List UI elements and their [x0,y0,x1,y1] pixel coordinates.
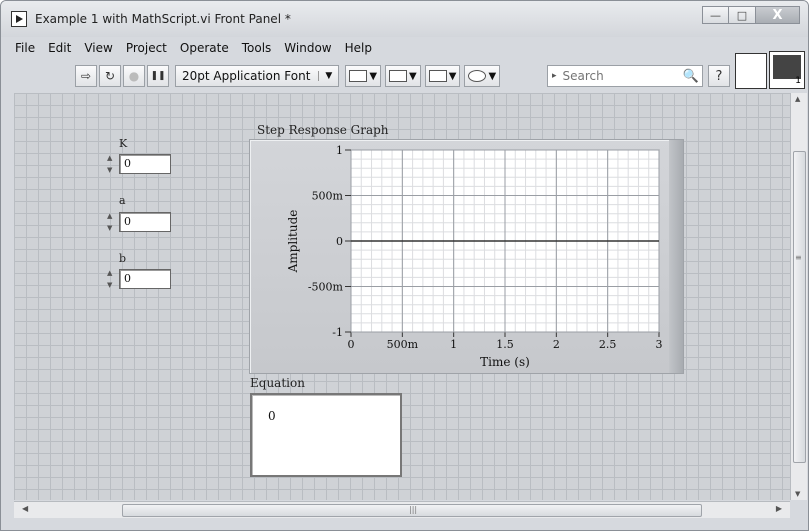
menu-tools[interactable]: Tools [242,41,272,59]
chevron-down-icon: ▼ [488,70,497,82]
close-button[interactable]: X [756,6,800,24]
resize-objects-icon [428,70,447,82]
x-tick-label: 2 [553,338,560,351]
decrement-arrow-icon[interactable]: ▼ [107,223,117,233]
scroll-grip-icon: ||| [409,505,418,514]
horizontal-scrollbar[interactable]: ◀ ||| ▶ [14,501,790,518]
menu-edit[interactable]: Edit [48,41,71,59]
chevron-down-icon: ▼ [369,70,378,82]
window-controls: — □ X [702,6,800,24]
numeric-control-k: ▲ ▼ 0 [107,153,171,175]
chevron-down-icon: ▼ [448,70,457,82]
toolbar: ⇨ ↻ ● ❚❚ 20pt Application Font ▼ ▼ ▼ ▼ ▼ [75,65,504,87]
menu-operate[interactable]: Operate [180,41,229,59]
graph-label: Step Response Graph [257,123,389,137]
y-tick-label: -1 [332,326,343,339]
window-title: Example 1 with MathScript.vi Front Panel… [35,12,291,26]
step-response-graph[interactable]: 0 500m 1 1.5 2 2.5 3 1 500m 0 -500m -1 Time (s) Ampli… [249,139,684,374]
x-tick-label: 500m [387,338,419,351]
x-tick-label: 2.5 [599,338,617,351]
y-tick-label: -500m [308,281,344,294]
distribute-objects-icon [389,70,408,82]
connector-pane[interactable] [735,53,767,89]
title-bar[interactable]: Example 1 with MathScript.vi Front Panel… [1,1,808,37]
x-tick-label: 3 [656,338,663,351]
y-axis-label: Amplitude [286,210,300,274]
search-arrow-icon: ▸ [552,71,557,81]
scroll-right-arrow-icon[interactable]: ▶ [776,504,782,513]
increment-decrement-arrows[interactable]: ▲ ▼ [107,268,117,290]
menu-file[interactable]: File [15,41,35,59]
x-axis-label: Time (s) [480,355,530,369]
scroll-down-arrow-icon[interactable]: ▼ [795,490,800,498]
numeric-control-b: ▲ ▼ 0 [107,268,171,290]
control-label-a: a [119,194,126,207]
vertical-scroll-thumb[interactable] [793,151,806,463]
reorder-dropdown[interactable]: ▼ [464,65,501,87]
numeric-input-b[interactable]: 0 [119,269,171,289]
menu-project[interactable]: Project [126,41,167,59]
text-settings-dropdown[interactable]: 20pt Application Font ▼ [175,65,340,87]
menu-view[interactable]: View [84,41,112,59]
front-panel-window: Example 1 with MathScript.vi Front Panel… [0,0,809,531]
scroll-up-arrow-icon[interactable]: ▲ [795,95,800,103]
run-arrow-icon[interactable]: ⇨ [75,65,97,87]
increment-decrement-arrows[interactable]: ▲ ▼ [107,211,117,233]
menu-bar: File Edit View Project Operate Tools Win… [13,41,385,59]
context-help-button[interactable]: ? [708,65,730,87]
maximize-button[interactable]: □ [729,6,756,24]
font-label: 20pt Application Font [182,69,311,83]
increment-arrow-icon[interactable]: ▲ [107,211,117,221]
search-icon[interactable]: 🔍 [680,69,702,84]
search-box[interactable]: ▸ 🔍 [547,65,703,87]
align-objects-icon [349,70,368,82]
labview-app-icon[interactable] [11,11,27,27]
y-tick-label: 0 [336,235,343,248]
distribute-objects-dropdown[interactable]: ▼ [385,65,421,87]
align-objects-dropdown[interactable]: ▼ [345,65,382,87]
control-label-k: K [119,137,128,150]
increment-decrement-arrows[interactable]: ▲ ▼ [107,153,117,175]
menu-help[interactable]: Help [345,41,372,59]
vi-icon[interactable]: 1 [769,51,805,89]
increment-arrow-icon[interactable]: ▲ [107,153,117,163]
vertical-scrollbar[interactable]: ▲ ≡ ▼ [790,93,807,500]
x-tick-label: 1 [450,338,457,351]
chevron-down-icon: ▼ [409,70,417,82]
resize-objects-dropdown[interactable]: ▼ [424,65,461,87]
y-tick-label: 1 [336,144,343,157]
decrement-arrow-icon[interactable]: ▼ [107,280,117,290]
control-label-b: b [119,252,127,265]
y-tick-label: 500m [312,190,344,203]
reorder-icon [468,70,487,82]
chevron-down-icon: ▼ [318,71,332,81]
scroll-left-arrow-icon[interactable]: ◀ [22,504,28,513]
menu-window[interactable]: Window [284,41,331,59]
numeric-control-a: ▲ ▼ 0 [107,211,171,233]
equation-label: Equation [250,376,305,390]
x-tick-label: 0 [348,338,355,351]
search-input[interactable] [560,68,680,84]
pause-icon[interactable]: ❚❚ [147,65,169,87]
numeric-input-k[interactable]: 0 [119,154,171,174]
run-continuously-icon[interactable]: ↻ [99,65,121,87]
x-tick-label: 1.5 [496,338,514,351]
abort-execution-icon[interactable]: ● [123,65,145,87]
decrement-arrow-icon[interactable]: ▼ [107,165,117,175]
increment-arrow-icon[interactable]: ▲ [107,268,117,278]
vi-icon-number: 1 [795,76,801,86]
minimize-button[interactable]: — [702,6,729,24]
equation-indicator: 0 [250,393,402,477]
scroll-grip-icon: ≡ [795,253,802,262]
numeric-input-a[interactable]: 0 [119,212,171,232]
